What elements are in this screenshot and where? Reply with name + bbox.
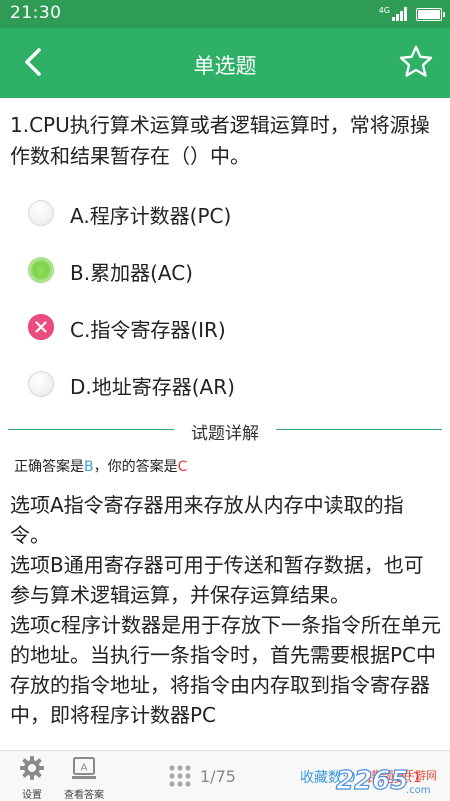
option-d[interactable]: D.地址寄存器(AR) bbox=[0, 357, 450, 414]
network-type-label: 4G bbox=[378, 5, 390, 15]
your-answer-prefix: ，你的答案是 bbox=[93, 459, 178, 475]
settings-label: 设置 bbox=[22, 790, 42, 801]
status-bar: 21:30 4G bbox=[0, 0, 450, 28]
option-label: A.程序计数器(PC) bbox=[70, 204, 232, 228]
divider-line bbox=[8, 429, 174, 430]
question-navigator[interactable]: 1/75 bbox=[168, 761, 236, 791]
correct-answer: B bbox=[84, 459, 94, 475]
svg-text:2265: 2265 bbox=[336, 766, 408, 796]
cross-icon bbox=[35, 321, 47, 333]
explanation-text: 选项A指令寄存器用来存放从内存中读取的指令。 选项B通用寄存器可用于传送和暂存数… bbox=[10, 490, 442, 748]
your-answer: C bbox=[177, 459, 188, 475]
svg-text:手游网: 手游网 bbox=[404, 768, 437, 782]
option-label: C.指令寄存器(IR) bbox=[70, 318, 226, 342]
gear-icon bbox=[20, 756, 44, 780]
explanation-paragraph: 选项A指令寄存器用来存放从内存中读取的指令。 bbox=[10, 493, 404, 547]
svg-text:.com: .com bbox=[406, 785, 431, 796]
app-bar: 单选题 bbox=[0, 28, 450, 98]
favorite-button[interactable] bbox=[398, 44, 434, 80]
answer-sheet-icon: A bbox=[72, 757, 96, 779]
radio-unselected-icon bbox=[28, 200, 54, 226]
detail-divider: 试题详解 bbox=[0, 419, 450, 444]
question-text: 1.CPU执行算术运算或者逻辑运算时，常将源操作数和结果暂存在（）中。 bbox=[10, 113, 430, 168]
correct-answer-prefix: 正确答案是 bbox=[14, 459, 84, 475]
site-watermark-logo: 2265 手游网 .com bbox=[335, 765, 437, 796]
option-label: B.累加器(AC) bbox=[70, 261, 193, 285]
explanation-paragraph: 选项B通用寄存器可用于传送和暂存数据，也可参与算术逻辑运算，并保存运算结果。 bbox=[10, 553, 424, 607]
status-time: 21:30 bbox=[10, 3, 62, 23]
answer-summary: 正确答案是B，你的答案是C bbox=[14, 456, 187, 476]
divider-line bbox=[276, 429, 442, 430]
svg-text:A: A bbox=[81, 763, 88, 774]
option-a[interactable]: A.程序计数器(PC) bbox=[0, 186, 450, 243]
option-b[interactable]: B.累加器(AC) bbox=[0, 243, 450, 300]
status-indicators: 4G bbox=[378, 4, 445, 24]
signal-icon bbox=[392, 7, 408, 21]
explanation-paragraph: 选项c程序计数器是用于存放下一条指令所在单元的地址。当执行一条指令时，首先需要根… bbox=[10, 613, 441, 727]
settings-button[interactable]: 设置 bbox=[10, 755, 54, 801]
battery-icon bbox=[416, 7, 445, 21]
radio-unselected-icon bbox=[28, 371, 54, 397]
page-indicator: 1/75 bbox=[200, 766, 236, 786]
options-list: A.程序计数器(PC) B.累加器(AC) C.指令寄存器(IR) D.地址寄存… bbox=[0, 186, 450, 414]
grid-dots-icon bbox=[169, 765, 191, 787]
view-answer-label: 查看答案 bbox=[64, 790, 104, 801]
radio-correct-icon bbox=[28, 257, 54, 283]
option-c[interactable]: C.指令寄存器(IR) bbox=[0, 300, 450, 357]
radio-wrong-icon bbox=[28, 314, 54, 340]
view-answer-button[interactable]: A 查看答案 bbox=[62, 755, 106, 801]
detail-section-title: 试题详解 bbox=[191, 424, 259, 444]
star-outline-icon bbox=[399, 45, 433, 77]
page-title: 单选题 bbox=[193, 54, 257, 78]
option-label: D.地址寄存器(AR) bbox=[70, 375, 235, 399]
